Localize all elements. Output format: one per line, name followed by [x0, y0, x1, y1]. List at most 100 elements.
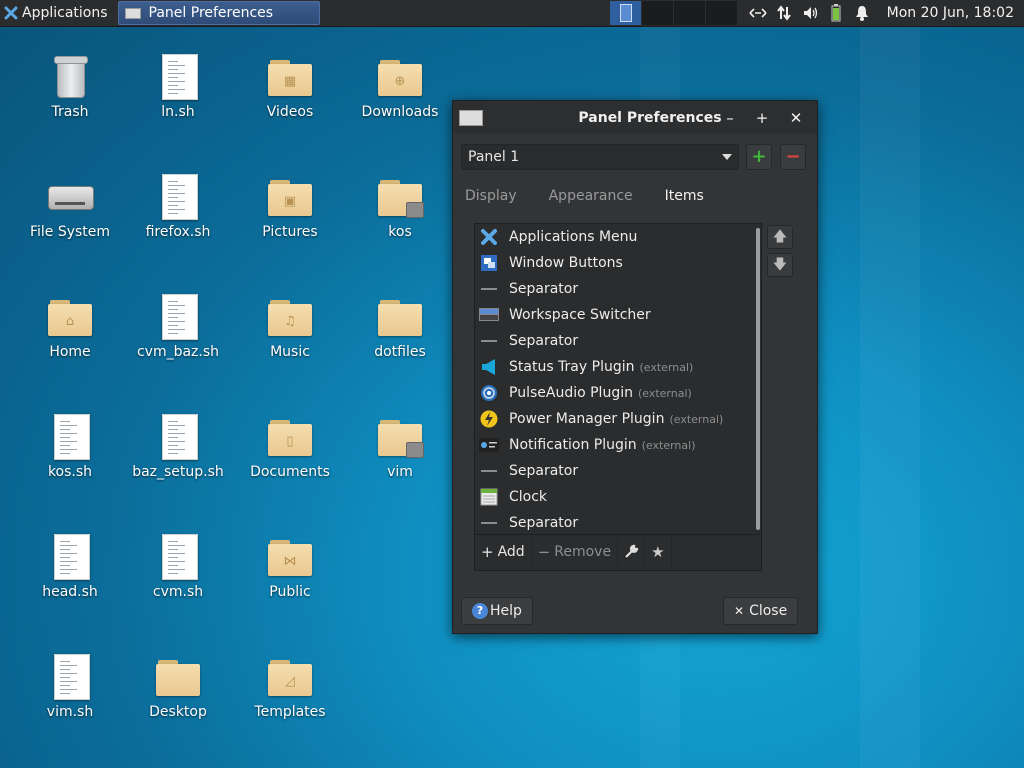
desktop-icon[interactable]: Desktop: [126, 652, 230, 720]
remove-item-button[interactable]: − Remove: [532, 538, 619, 566]
list-item[interactable]: Separator: [475, 458, 753, 484]
clock[interactable]: Mon 20 Jun, 18:02: [887, 5, 1014, 21]
list-item-label: Status Tray Plugin: [509, 359, 635, 375]
desktop-icon[interactable]: cvm.sh: [126, 532, 230, 600]
desktop-icon[interactable]: vim: [348, 412, 452, 480]
bell-icon[interactable]: [851, 2, 873, 24]
desktop-icon[interactable]: ◿ Templates: [238, 652, 342, 720]
about-item-button[interactable]: ★: [645, 538, 672, 566]
items-listbox: Applications Menu Window Buttons Separator…: [474, 223, 762, 571]
desktop-icon[interactable]: ♫ Music: [238, 292, 342, 360]
desktop-icon[interactable]: firefox.sh: [126, 172, 230, 240]
help-button[interactable]: ? Help: [461, 597, 533, 625]
remove-panel-button[interactable]: −: [780, 144, 806, 170]
workspace-4[interactable]: [706, 1, 738, 25]
desktop-icon[interactable]: ▯ Documents: [238, 412, 342, 480]
desktop-icon[interactable]: File System: [18, 172, 122, 240]
desktop-icon[interactable]: cvm_baz.sh: [126, 292, 230, 360]
list-item[interactable]: Notification Plugin (external): [475, 432, 753, 458]
desktop-icon[interactable]: ▦ Videos: [238, 52, 342, 120]
script-icon: [156, 292, 200, 340]
tab-bar: Display Appearance Items: [463, 185, 734, 209]
desktop-icon-label: cvm.sh: [152, 584, 204, 600]
folder-icon: [378, 292, 422, 340]
desktop-icon[interactable]: dotfiles: [348, 292, 452, 360]
battery-icon[interactable]: [825, 2, 847, 24]
folder-locked-icon: [378, 412, 424, 460]
desktop-icon[interactable]: baz_setup.sh: [126, 412, 230, 480]
close-icon: ✕: [734, 604, 745, 618]
script-icon: [48, 532, 92, 580]
desktop-icon-label: File System: [29, 224, 111, 240]
list-item[interactable]: Power Manager Plugin (external): [475, 406, 753, 432]
desktop-icon-label: Pictures: [262, 224, 318, 240]
desktop-icon[interactable]: ln.sh: [126, 52, 230, 120]
desktop-icon[interactable]: ⌂ Home: [18, 292, 122, 360]
workspace-icon: [479, 305, 499, 325]
close-button[interactable]: ✕ Close: [723, 597, 799, 625]
arrow-down-icon: 🡇: [772, 257, 788, 273]
folder-videos-icon: ▦: [268, 52, 312, 100]
list-item-label: Workspace Switcher: [509, 307, 651, 323]
list-item[interactable]: Applications Menu: [475, 224, 753, 250]
workspace-3[interactable]: [674, 1, 706, 25]
workspace-1[interactable]: [610, 1, 642, 25]
network-arrows-icon[interactable]: [747, 2, 769, 24]
chevron-down-icon: [722, 154, 732, 160]
tab-appearance[interactable]: Appearance: [547, 185, 635, 209]
edit-item-button[interactable]: [618, 538, 646, 566]
taskbar-button-panel-preferences[interactable]: Panel Preferences: [117, 1, 320, 25]
volume-icon[interactable]: [799, 2, 821, 24]
add-item-label: Add: [497, 544, 525, 560]
list-item[interactable]: Clock: [475, 484, 753, 510]
desktop-icon[interactable]: kos.sh: [18, 412, 122, 480]
panel-select-value: Panel 1: [468, 149, 520, 165]
desktop-icon-label: Home: [49, 344, 91, 360]
desktop-icon-label: Templates: [254, 704, 326, 720]
add-panel-button[interactable]: +: [746, 144, 772, 170]
workspace-2[interactable]: [642, 1, 674, 25]
desktop-icon[interactable]: kos: [348, 172, 452, 240]
minimize-button[interactable]: –: [721, 109, 739, 127]
plus-icon: +: [481, 543, 494, 561]
script-icon: [156, 172, 200, 220]
close-window-button[interactable]: ✕: [787, 109, 805, 127]
folder-templates-icon: ◿: [268, 652, 312, 700]
list-item[interactable]: Workspace Switcher: [475, 302, 753, 328]
desktop-icon-label: Videos: [266, 104, 314, 120]
dialog-titlebar[interactable]: Panel Preferences – + ✕: [453, 101, 817, 134]
wrench-icon: [625, 544, 639, 558]
script-icon: [156, 52, 200, 100]
applications-menu-button[interactable]: Applications: [0, 0, 114, 26]
desktop-icon[interactable]: Trash: [18, 52, 122, 120]
external-tag: (external): [639, 360, 694, 374]
desktop-icon[interactable]: vim.sh: [18, 652, 122, 720]
transfer-icon[interactable]: [773, 2, 795, 24]
move-up-button[interactable]: 🡅: [767, 225, 793, 249]
tab-display[interactable]: Display: [463, 185, 519, 209]
items-list[interactable]: Applications Menu Window Buttons Separator…: [475, 224, 753, 534]
megaphone-icon: [479, 357, 499, 377]
folder-music-icon: ♫: [268, 292, 312, 340]
list-item[interactable]: Status Tray Plugin (external): [475, 354, 753, 380]
arrow-up-icon: 🡅: [772, 229, 788, 245]
list-item[interactable]: PulseAudio Plugin (external): [475, 380, 753, 406]
desktop-icon-label: firefox.sh: [145, 224, 211, 240]
panel-select[interactable]: Panel 1: [461, 144, 739, 170]
move-down-button[interactable]: 🡇: [767, 253, 793, 277]
list-item[interactable]: Separator: [475, 276, 753, 302]
desktop-icon[interactable]: ⊕ Downloads: [348, 52, 452, 120]
maximize-button[interactable]: +: [753, 109, 771, 127]
list-scrollbar[interactable]: [756, 228, 760, 530]
desktop-icon[interactable]: ▣ Pictures: [238, 172, 342, 240]
list-item[interactable]: Separator: [475, 328, 753, 354]
external-tag: (external): [669, 412, 724, 426]
desktop-icon[interactable]: head.sh: [18, 532, 122, 600]
tab-items[interactable]: Items: [663, 185, 706, 209]
desktop-icon[interactable]: ⋈ Public: [238, 532, 342, 600]
list-item[interactable]: Separator: [475, 510, 753, 534]
list-item[interactable]: Window Buttons: [475, 250, 753, 276]
add-item-button[interactable]: + Add: [475, 538, 532, 566]
desktop-icon-label: baz_setup.sh: [132, 464, 224, 480]
xfce-logo-icon: [479, 227, 499, 247]
